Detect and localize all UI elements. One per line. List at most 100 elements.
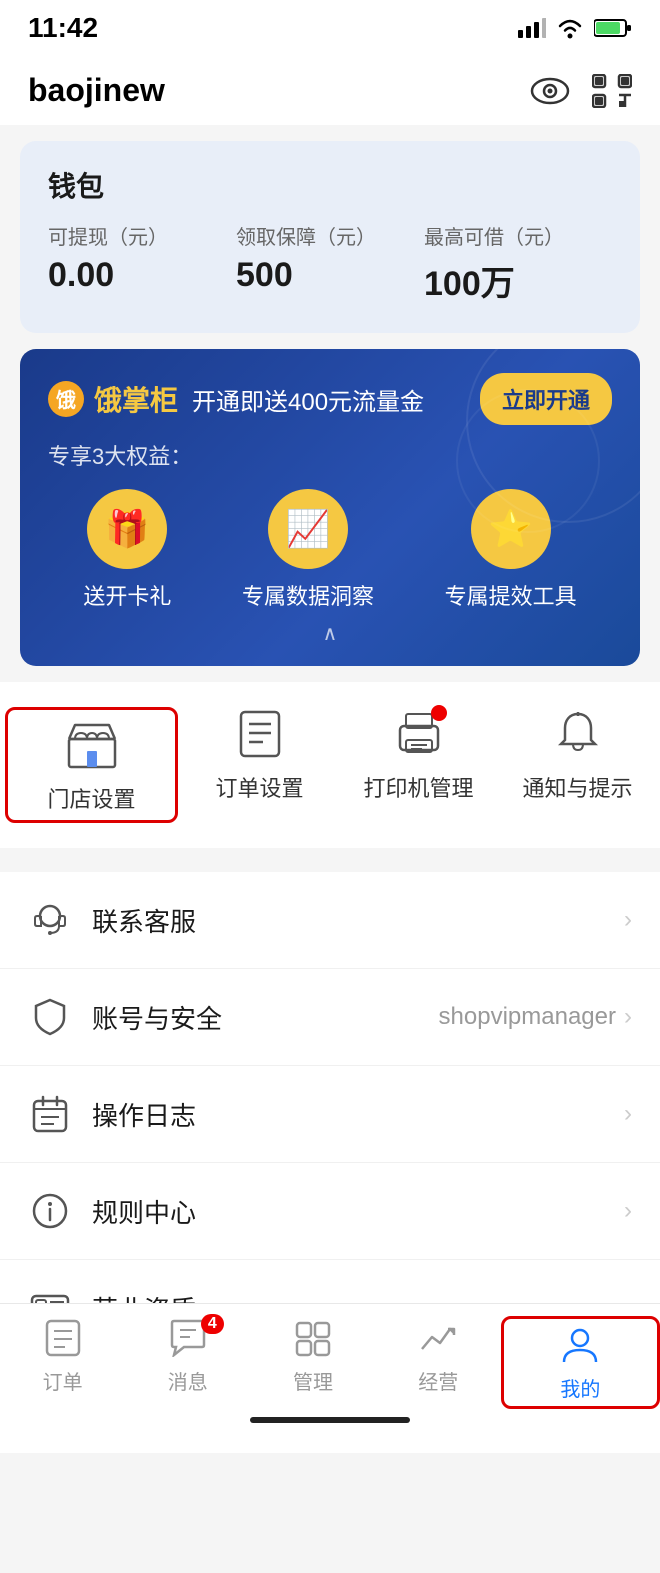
bottom-spacer [0,1453,660,1573]
banner-icon-efficiency-label: 专属提效工具 [445,579,577,611]
chevron-icon-log: › [624,1100,632,1128]
banner-brand: 饿 饿掌柜 开通即送400元流量金 [48,379,424,419]
banner-icon-data-circle: 📈 [268,489,348,569]
home-indicator [250,1417,410,1423]
banner-icon-efficiency-circle: ⭐ [471,489,551,569]
nav-icon-orders [41,1316,85,1360]
banner-open-btn[interactable]: 立即开通 [480,373,612,425]
status-bar: 11:42 [0,0,660,56]
banner-icons-row: 🎁 送开卡礼 📈 专属数据洞察 ⭐ 专属提效工具 [48,489,612,611]
menu-right-rule: › [624,1197,632,1225]
banner-icon-data-label: 专属数据洞察 [242,579,374,611]
status-icons [518,17,632,39]
quick-menu: 门店设置 订单设置 打印机管理 [0,682,660,848]
banner-subtitle: 专享3大权益： [48,439,612,471]
bell-icon-svg [553,708,603,758]
banner-desc: 开通即送400元流量金 [192,382,424,417]
nav-item-mine[interactable]: 我的 [501,1316,660,1409]
nav-label-mine: 我的 [560,1373,600,1402]
quick-menu-order-settings[interactable]: 订单设置 [180,705,339,825]
menu-text-rule: 规则中心 [92,1193,624,1230]
wallet-row: 可提现（元） 0.00 领取保障（元） 500 最高可借（元） 100万 [48,221,612,305]
menu-text-account: 账号与安全 [92,999,439,1036]
wallet-item-guarantee: 领取保障（元） 500 [236,221,424,305]
nav-label-business: 经营 [418,1366,458,1395]
divider-1 [0,860,660,872]
nav-icon-business [416,1316,460,1360]
wallet-label-1: 领取保障（元） [236,221,424,250]
bottom-nav: 订单 4 消息 管理 [0,1303,660,1429]
wallet-card: 钱包 可提现（元） 0.00 领取保障（元） 500 最高可借（元） 100万 [20,141,640,333]
menu-item-rule-center[interactable]: 规则中心 › [0,1163,660,1260]
menu-right-account: shopvipmanager › [439,1003,632,1031]
menu-item-contact-service[interactable]: 联系客服 › [0,872,660,969]
chevron-icon-rule: › [624,1197,632,1225]
wallet-value-2: 100万 [424,256,612,305]
nav-item-business[interactable]: 经营 [376,1316,501,1409]
banner-icon-gift-label: 送开卡礼 [83,579,171,611]
quick-label-notify: 通知与提示 [522,771,632,803]
menu-text-log: 操作日志 [92,1096,624,1133]
quick-label-order: 订单设置 [215,771,303,803]
brand-logo-icon: 饿 [53,386,79,412]
banner-icon-data: 📈 专属数据洞察 [242,489,374,611]
banner-icon-efficiency: ⭐ 专属提效工具 [445,489,577,611]
header-actions [528,74,632,108]
nav-label-orders: 订单 [43,1366,83,1395]
nav-icon-mine [558,1323,602,1367]
order-settings-icon [232,705,288,761]
banner-top: 饿 饿掌柜 开通即送400元流量金 立即开通 [48,373,612,425]
status-time: 11:42 [28,12,98,44]
eye-icon[interactable] [528,74,572,108]
nav-item-manage[interactable]: 管理 [250,1316,375,1409]
menu-text-contact: 联系客服 [92,902,624,939]
quick-menu-notify[interactable]: 通知与提示 [498,705,657,825]
chevron-icon-account: › [624,1003,632,1031]
banner-icon-gift: 🎁 送开卡礼 [83,489,171,611]
signal-icon [518,18,546,38]
wallet-value-0: 0.00 [48,256,236,295]
calendar-icon [28,1092,72,1136]
brand-logo: 饿 [48,381,84,417]
quick-menu-store-settings[interactable]: 门店设置 [5,707,178,823]
nav-item-messages[interactable]: 4 消息 [125,1316,250,1409]
nav-icon-manage [291,1316,335,1360]
menu-right-log: › [624,1100,632,1128]
wallet-value-1: 500 [236,256,424,295]
store-settings-icon [64,716,120,772]
nav-label-messages: 消息 [168,1366,208,1395]
menu-value-account: shopvipmanager [439,1003,616,1031]
quick-label-store: 门店设置 [47,782,135,814]
wallet-label-2: 最高可借（元） [424,221,612,250]
wallet-item-withdrawable: 可提现（元） 0.00 [48,221,236,305]
wifi-icon [556,17,584,39]
shield-icon [28,995,72,1039]
banner-collapse-arrow[interactable]: ∧ [48,621,612,646]
quick-menu-printer[interactable]: 打印机管理 [339,705,498,825]
quick-label-printer: 打印机管理 [363,771,473,803]
nav-icon-messages: 4 [166,1316,210,1360]
wallet-item-max-borrow: 最高可借（元） 100万 [424,221,612,305]
banner-icon-gift-circle: 🎁 [87,489,167,569]
store-icon-svg [65,719,119,769]
header-title: baojinew [28,72,165,109]
promotion-banner[interactable]: 饿 饿掌柜 开通即送400元流量金 立即开通 专享3大权益： 🎁 送开卡礼 📈 … [20,349,640,666]
nav-label-manage: 管理 [293,1366,333,1395]
brand-name: 饿掌柜 [94,379,178,419]
svg-text:饿: 饿 [55,388,76,412]
menu-item-operation-log[interactable]: 操作日志 › [0,1066,660,1163]
printer-badge [431,705,447,721]
info-icon [28,1189,72,1233]
notify-icon [550,705,606,761]
wallet-label-0: 可提现（元） [48,221,236,250]
header: baojinew [0,56,660,125]
menu-right-contact: › [624,906,632,934]
nav-item-orders[interactable]: 订单 [0,1316,125,1409]
wallet-title: 钱包 [48,165,612,205]
scan-icon[interactable] [592,74,632,108]
headset-icon [28,898,72,942]
menu-item-account-security[interactable]: 账号与安全 shopvipmanager › [0,969,660,1066]
battery-icon [594,18,632,38]
chevron-icon-contact: › [624,906,632,934]
order-icon-svg [235,708,285,758]
